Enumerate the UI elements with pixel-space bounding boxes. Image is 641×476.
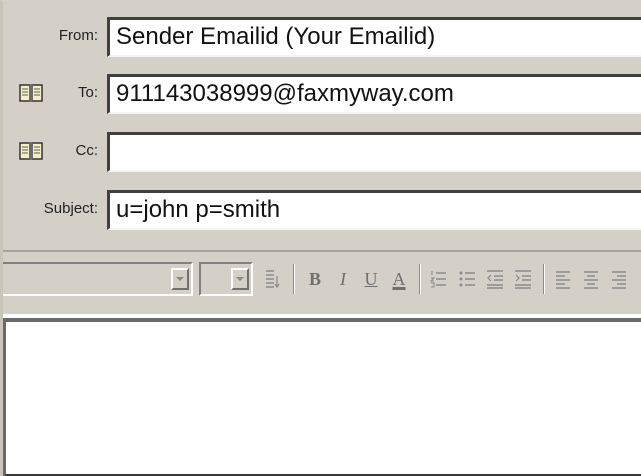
toolbar-divider xyxy=(419,264,421,294)
from-row: From: Sender Emailid (Your Emailid) xyxy=(3,14,641,58)
cc-field[interactable] xyxy=(107,132,641,172)
font-name-select[interactable] xyxy=(3,262,193,296)
align-right-icon[interactable] xyxy=(607,262,631,296)
font-color-button[interactable]: A xyxy=(387,262,411,296)
message-body-editor[interactable] xyxy=(3,318,641,476)
subject-field[interactable]: u=john p=smith xyxy=(107,190,641,230)
italic-button[interactable]: I xyxy=(331,262,355,296)
to-label: To: xyxy=(77,84,98,101)
from-label: From: xyxy=(58,27,98,44)
decrease-indent-icon[interactable] xyxy=(483,262,507,296)
to-row: To: 911143038999@faxmyway.com xyxy=(3,71,641,115)
chevron-down-icon[interactable] xyxy=(231,268,249,290)
toolbar-divider xyxy=(293,264,295,294)
subject-label: Subject: xyxy=(43,200,98,217)
increase-indent-icon[interactable] xyxy=(511,262,535,296)
numbered-list-icon[interactable] xyxy=(427,262,451,296)
paragraph-style-icon[interactable] xyxy=(261,262,285,296)
from-field[interactable]: Sender Emailid (Your Emailid) xyxy=(107,17,641,57)
address-book-icon[interactable] xyxy=(17,139,45,163)
bulleted-list-icon[interactable] xyxy=(455,262,479,296)
to-field[interactable]: 911143038999@faxmyway.com xyxy=(107,74,641,114)
chevron-down-icon[interactable] xyxy=(171,268,189,290)
toolbar-divider xyxy=(543,264,545,294)
font-size-select[interactable] xyxy=(199,262,253,296)
bold-button[interactable]: B xyxy=(303,262,327,296)
align-left-icon[interactable] xyxy=(551,262,575,296)
subject-row: Subject: u=john p=smith xyxy=(3,187,641,231)
cc-row: Cc: xyxy=(3,129,641,173)
underline-button[interactable]: U xyxy=(359,262,383,296)
address-book-icon[interactable] xyxy=(17,81,45,105)
align-center-icon[interactable] xyxy=(579,262,603,296)
cc-label: Cc: xyxy=(75,142,99,159)
compose-window: From: Sender Emailid (Your Emailid) To: … xyxy=(0,0,641,476)
formatting-toolbar: B I U A xyxy=(3,250,641,308)
